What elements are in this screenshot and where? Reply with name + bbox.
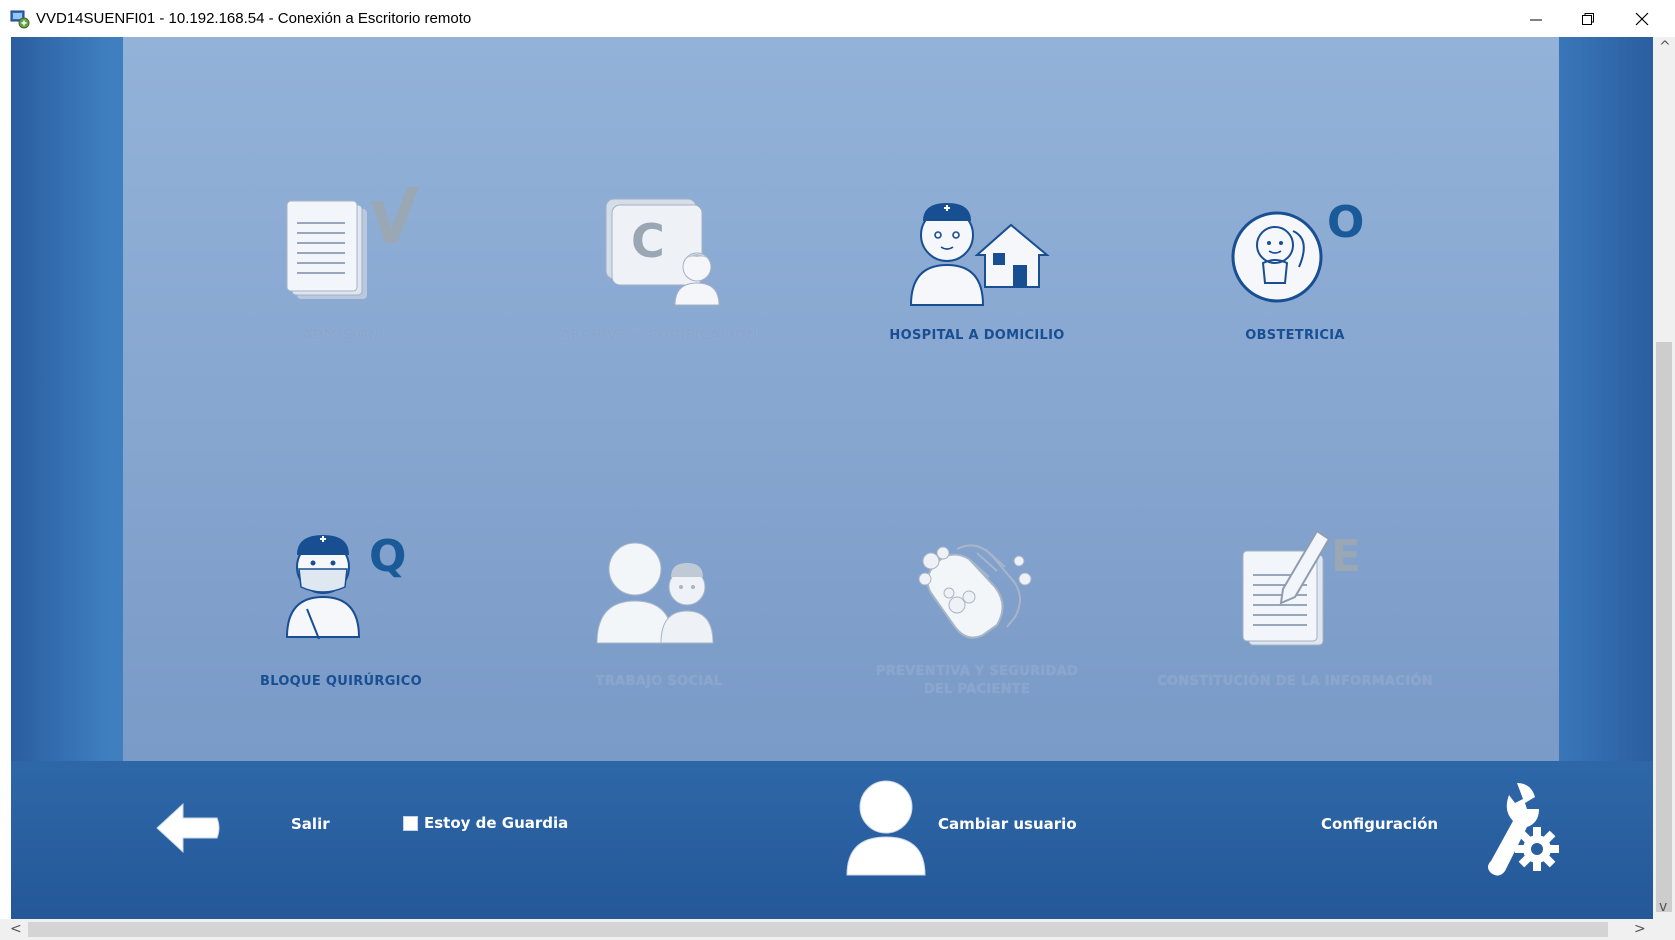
nurse-home-icon <box>909 203 1050 306</box>
back-arrow-icon[interactable] <box>153 798 223 858</box>
module-label: ADMISIÓN <box>302 328 380 343</box>
remote-session-area: ADMISIÓN C ARCHIVO Y CODIFICACIÓN HOSPIT… <box>11 37 1653 919</box>
module-label: BLOQUE QUIRÚRGICO <box>259 674 422 689</box>
module-archivo-codificacion[interactable]: C ARCHIVO Y CODIFICACIÓN <box>509 187 809 357</box>
module-bloque-quirurgico[interactable]: Q BLOQUE QUIRÚRGICO <box>191 527 491 697</box>
svg-text:E: E <box>1331 531 1361 582</box>
vertical-scrollbar[interactable]: ^ v <box>1653 37 1675 919</box>
scroll-right-icon[interactable]: > <box>1634 921 1646 937</box>
vertical-scroll-thumb[interactable] <box>1656 342 1672 912</box>
surgeon-icon: Q <box>285 531 406 640</box>
close-icon <box>1635 12 1649 25</box>
minimize-icon <box>1530 19 1542 20</box>
module-obstetricia[interactable]: O OBSTETRICIA <box>1145 187 1445 357</box>
scroll-left-icon[interactable]: < <box>10 921 22 937</box>
module-admision[interactable]: ADMISIÓN <box>191 187 491 357</box>
module-label: CONSTITUCIÓN DE LA INFORMACIÓN <box>1157 674 1433 689</box>
hand-washing-icon <box>918 544 1032 639</box>
module-label: ARCHIVO Y CODIFICACIÓN <box>560 328 758 343</box>
module-trabajo-social[interactable]: TRABAJO SOCIAL <box>509 527 809 697</box>
archive-coding-icon: C <box>605 198 720 306</box>
config-label[interactable]: Configuración <box>1321 815 1438 833</box>
restore-button[interactable] <box>1560 0 1616 37</box>
module-label-line1: PREVENTIVA Y SEGURIDAD <box>875 664 1079 679</box>
module-preventiva-seguridad[interactable]: PREVENTIVA Y SEGURIDAD DEL PACIENTE <box>827 527 1127 697</box>
social-work-icon <box>596 542 714 644</box>
change-user-label[interactable]: Cambiar usuario <box>938 815 1077 833</box>
wrench-gear-icon[interactable] <box>1477 779 1563 877</box>
window-title: VVD14SUENFI01 - 10.192.168.54 - Conexión… <box>36 10 472 27</box>
module-label: TRABAJO SOCIAL <box>595 674 723 689</box>
restore-icon <box>1582 12 1594 25</box>
documents-check-icon <box>286 187 419 299</box>
close-button[interactable] <box>1614 0 1670 37</box>
svg-text:O: O <box>1327 197 1364 248</box>
horizontal-scroll-thumb[interactable] <box>28 922 1608 937</box>
module-constitucion-informacion[interactable]: E CONSTITUCIÓN DE LA INFORMACIÓN <box>1145 527 1445 697</box>
module-label: HOSPITAL A DOMICILIO <box>889 328 1065 343</box>
horizontal-scrollbar[interactable]: < > <box>0 919 1653 940</box>
scroll-down-icon[interactable]: v <box>1659 899 1667 915</box>
bottom-bar: Salir Estoy de Guardia Cambiar usuario C… <box>11 761 1653 919</box>
baby-icon: O <box>1231 197 1364 303</box>
module-label-line2: DEL PACIENTE <box>923 682 1031 697</box>
window-title-bar: VVD14SUENFI01 - 10.192.168.54 - Conexión… <box>0 0 1675 37</box>
scroll-up-icon[interactable]: ^ <box>1659 39 1671 55</box>
scrollbar-corner <box>1653 919 1675 940</box>
svg-text:Q: Q <box>369 531 406 582</box>
document-pen-icon: E <box>1242 529 1361 646</box>
on-call-label[interactable]: Estoy de Guardia <box>424 814 568 832</box>
module-hospital-domicilio[interactable]: HOSPITAL A DOMICILIO <box>827 187 1127 357</box>
on-call-checkbox[interactable] <box>403 816 418 831</box>
user-icon[interactable] <box>843 777 929 877</box>
modules-panel: ADMISIÓN C ARCHIVO Y CODIFICACIÓN HOSPIT… <box>123 37 1559 761</box>
exit-label[interactable]: Salir <box>291 815 330 833</box>
minimize-button[interactable] <box>1508 0 1564 37</box>
svg-text:C: C <box>631 214 665 268</box>
module-label: OBSTETRICIA <box>1245 328 1345 343</box>
remote-desktop-icon <box>10 10 30 29</box>
